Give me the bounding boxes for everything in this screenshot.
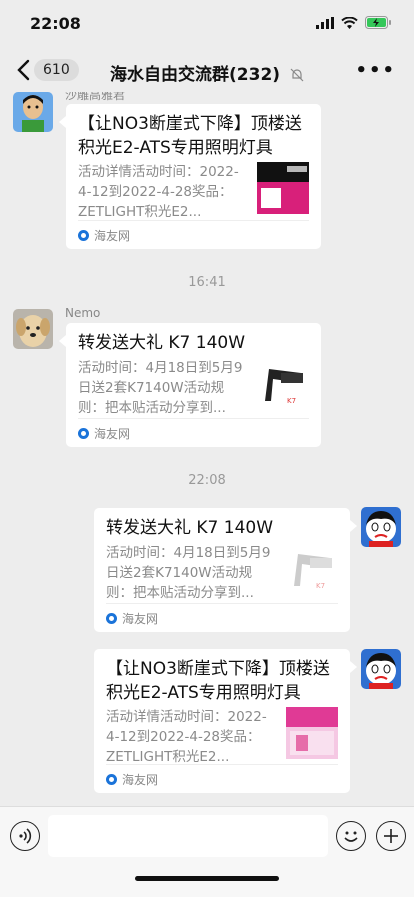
svg-text:K7: K7: [287, 397, 296, 405]
status-icons: [316, 16, 392, 29]
more-functions-button[interactable]: [376, 821, 406, 851]
source-name: 海友网: [122, 611, 159, 626]
card-title: 转发送大礼 K7 140W: [78, 333, 246, 353]
dog-avatar-icon: [13, 309, 53, 349]
svg-text:K7: K7: [316, 582, 325, 590]
source-logo-icon: [106, 612, 117, 624]
chat-title: 海水自由交流群(232): [0, 60, 414, 85]
promo-thumbnail-icon: [286, 707, 338, 759]
lamp-thumbnail-icon: K7: [286, 546, 338, 598]
status-bar: 22:08: [0, 0, 414, 48]
input-bar: [0, 806, 414, 897]
lamp-thumbnail-icon: K7: [257, 361, 309, 413]
avatar[interactable]: [13, 309, 53, 349]
card-source: 海友网: [106, 764, 338, 793]
card-source: 海友网: [106, 603, 338, 632]
card-title: 转发送大礼 K7 140W: [106, 518, 274, 538]
bubble-tail: [59, 335, 66, 347]
mute-bell-icon: [290, 68, 304, 82]
status-time: 22:08: [30, 14, 81, 33]
home-indicator[interactable]: [135, 876, 279, 881]
sender-name: 沙雕高雅君: [65, 92, 126, 102]
source-logo-icon: [106, 773, 117, 785]
avatar[interactable]: [361, 507, 401, 547]
smiley-icon: [344, 831, 358, 842]
link-card[interactable]: 【让NO3断崖式下降】顶楼送积光E2-ATS专用照明灯具 活动详情活动时间：20…: [94, 649, 350, 793]
card-source: 海友网: [78, 418, 309, 447]
cartoon-avatar-icon: [13, 92, 53, 132]
emoji-button[interactable]: [336, 821, 366, 851]
voice-icon: [19, 828, 32, 844]
avatar[interactable]: [13, 92, 53, 132]
bubble-tail: [350, 661, 357, 673]
voice-input-button[interactable]: [10, 821, 40, 851]
group-name: 海水自由交流群(232): [110, 65, 281, 85]
message-input[interactable]: [48, 815, 328, 857]
card-description: 活动详情活动时间：2022-4-12到2022-4-28奖品：ZETLIGHT积…: [78, 164, 239, 220]
avatar[interactable]: [361, 649, 401, 689]
plus-icon: [384, 829, 398, 843]
source-logo-icon: [78, 427, 89, 439]
source-name: 海友网: [94, 426, 131, 441]
source-name: 海友网: [94, 228, 131, 243]
chat-header: 610 海水自由交流群(232) •••: [0, 48, 414, 92]
card-title: 【让NO3断崖式下降】顶楼送积光E2-ATS专用照明灯具: [78, 114, 302, 158]
timestamp: 16:41: [188, 275, 226, 290]
link-card[interactable]: 转发送大礼 K7 140W 活动时间：4月18日到5月9日送2套K7140W活动…: [66, 323, 321, 447]
promo-thumbnail-icon: [257, 162, 309, 214]
cartoon-boy-avatar-icon: [361, 507, 401, 547]
card-description: 活动详情活动时间：2022-4-12到2022-4-28奖品：ZETLIGHT积…: [106, 709, 267, 765]
link-card[interactable]: 【让NO3断崖式下降】顶楼送积光E2-ATS专用照明灯具 活动详情活动时间：20…: [66, 104, 321, 249]
sender-name: Nemo: [65, 306, 101, 320]
signal-icon: [316, 16, 334, 29]
wifi-icon: [341, 16, 358, 29]
link-card[interactable]: 转发送大礼 K7 140W 活动时间：4月18日到5月9日送2套K7140W活动…: [94, 508, 350, 632]
card-source: 海友网: [78, 220, 309, 249]
card-title: 【让NO3断崖式下降】顶楼送积光E2-ATS专用照明灯具: [106, 659, 330, 703]
source-logo-icon: [78, 229, 89, 241]
battery-charging-icon: [365, 16, 391, 29]
timestamp: 22:08: [188, 473, 226, 488]
chat-area[interactable]: 沙雕高雅君 【让NO3断崖式下降】顶楼送积光E2-ATS专用照明灯具 活动详情活…: [0, 92, 414, 806]
source-name: 海友网: [122, 772, 159, 787]
card-description: 活动时间：4月18日到5月9日送2套K7140W活动规则：把本贴活动分享到...: [106, 545, 271, 601]
bubble-tail: [59, 116, 66, 128]
more-options-button[interactable]: •••: [355, 60, 396, 81]
card-description: 活动时间：4月18日到5月9日送2套K7140W活动规则：把本贴活动分享到...: [78, 360, 243, 416]
cartoon-boy-avatar-icon: [361, 649, 401, 689]
bubble-tail: [350, 520, 357, 532]
